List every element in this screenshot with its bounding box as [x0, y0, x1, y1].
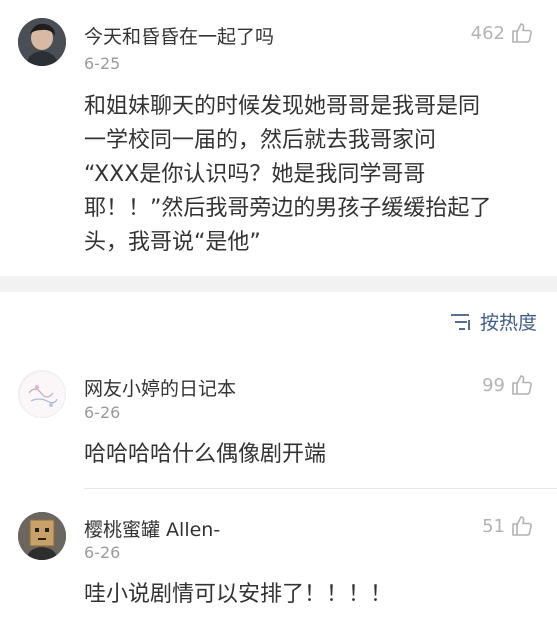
avatar-doodle-icon: [20, 372, 65, 417]
sort-button[interactable]: 按热度: [450, 308, 537, 335]
comment-date: 6-26: [84, 543, 121, 562]
thumbs-up-icon: [512, 516, 532, 536]
comment-text-line: 一学校同一届的，然后就去我哥家问: [84, 128, 437, 153]
comment-text-line: 头，我哥说“是他”: [84, 230, 261, 255]
avatar[interactable]: [18, 370, 66, 418]
comment-username[interactable]: 今天和昏昏在一起了吗: [84, 22, 274, 49]
comment-text: 和姐妹聊天的时候发现她哥哥是我哥是同 一学校同一届的，然后就去我哥家问 “XXX…: [84, 90, 544, 260]
comment-text-line: 和姐妹聊天的时候发现她哥哥是我哥是同: [84, 94, 481, 119]
like-button[interactable]: 51: [482, 515, 533, 537]
comment-text-line: 耶！！”然后我哥旁边的男孩子缓缓抬起了: [84, 196, 492, 221]
like-count: 51: [482, 515, 505, 537]
comment-text: 哈哈哈哈什么偶像剧开端: [84, 442, 327, 467]
thumbs-up-icon: [512, 375, 532, 395]
thumbs-up-icon: [512, 23, 532, 43]
comment-text: 哇小说剧情可以安排了！！！！: [84, 582, 393, 607]
section-separator: [0, 276, 557, 292]
like-button[interactable]: 462: [471, 22, 533, 44]
comment-divider: [84, 488, 557, 489]
avatar[interactable]: [18, 512, 66, 560]
comment-date: 6-25: [84, 54, 121, 73]
comment-username[interactable]: 网友小婷的日记本: [84, 374, 236, 401]
comment-date: 6-26: [84, 403, 121, 422]
sort-lines-icon: [450, 313, 470, 330]
comment-item: 今天和昏昏在一起了吗 6-25 462 和姐妹聊天的时候发现她哥哥是我哥是同 一…: [0, 0, 557, 276]
like-count: 462: [470, 22, 505, 44]
avatar-photo-icon: [18, 18, 66, 66]
like-count: 99: [482, 374, 505, 396]
comment-username[interactable]: 樱桃蜜罐 Allen-: [84, 515, 220, 542]
avatar[interactable]: [18, 18, 66, 66]
comment-text-line: “XXX是你认识吗？她是我同学哥哥: [84, 162, 426, 187]
like-button[interactable]: 99: [482, 374, 533, 396]
avatar-box-head-icon: [18, 512, 66, 560]
sort-label: 按热度: [479, 312, 537, 334]
